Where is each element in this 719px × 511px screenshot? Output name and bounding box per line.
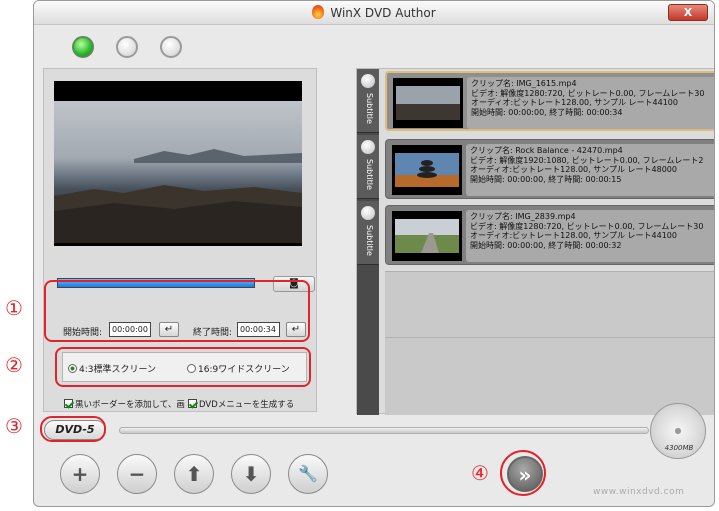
window-title: WinX DVD Author (312, 5, 436, 20)
step-indicator-1 (72, 36, 94, 58)
step-indicator-3 (160, 36, 182, 58)
subtitle-strip: Subtitle Subtitle Subtitle (357, 69, 379, 415)
checkbox-checked-icon (64, 399, 73, 408)
checkbox-checked-icon (188, 399, 197, 408)
callout-box-3 (40, 416, 106, 442)
video-preview (54, 81, 302, 246)
empty-clip-slot (385, 337, 714, 415)
callout-box-2 (55, 347, 311, 387)
subtitle-tab-1[interactable]: Subtitle (357, 69, 379, 133)
flame-logo-icon (312, 5, 325, 19)
empty-clip-slot (385, 271, 714, 337)
subtitle-dot-icon (361, 206, 375, 220)
subtitle-tab-3[interactable]: Subtitle (357, 201, 379, 265)
clip-info: クリップ名: IMG_2839.mp4 ビデオ: 解像度1280:720, ビット… (466, 210, 714, 262)
rock-balance-thumbnail-image (395, 153, 459, 187)
clip-item-2[interactable]: クリップ名: Rock Balance - 42470.mp4 ビデオ: 解像度1… (385, 139, 714, 199)
settings-button[interactable]: 🔧 (288, 454, 328, 494)
clip-list-panel: Subtitle Subtitle Subtitle クリップ名: IMG_16… (356, 68, 714, 415)
title-bar: WinX DVD Author X (34, 1, 714, 25)
subtitle-tab-2[interactable]: Subtitle (357, 135, 379, 199)
move-down-button[interactable]: ⬇ (231, 454, 271, 494)
close-button[interactable]: X (668, 4, 708, 21)
clip-thumbnail (392, 211, 462, 261)
subtitle-dot-icon (361, 140, 375, 154)
dvd-menu-checkbox[interactable]: DVDメニューを生成する (188, 398, 294, 410)
callout-number-2: ② (5, 353, 23, 377)
clip-item-3[interactable]: クリップ名: IMG_2839.mp4 ビデオ: 解像度1280:720, ビット… (385, 205, 714, 265)
preview-frame (54, 101, 302, 243)
move-up-button[interactable]: ⬆ (174, 454, 214, 494)
callout-number-1: ① (5, 296, 23, 320)
clip-thumbnail (393, 78, 463, 128)
clip-thumbnail (392, 145, 462, 195)
clip-info: クリップ名: Rock Balance - 42470.mp4 ビデオ: 解像度1… (466, 144, 714, 196)
clip-item-1[interactable]: クリップ名: IMG_1615.mp4 ビデオ: 解像度1280:720, ビット… (385, 71, 714, 131)
add-clip-button[interactable]: + (60, 454, 100, 494)
remove-clip-button[interactable]: − (117, 454, 157, 494)
coast-scene-image (54, 149, 302, 243)
subtitle-dot-icon (361, 74, 375, 88)
callout-number-4: ④ (471, 461, 489, 485)
disc-capacity-icon: 4300MB (650, 403, 706, 459)
step-indicator-2 (116, 36, 138, 58)
callout-box-1 (44, 280, 310, 342)
callout-box-4 (500, 450, 546, 496)
brand-watermark: www.winxdvd.com (593, 487, 685, 497)
road-thumbnail-image (395, 219, 459, 253)
callout-number-3: ③ (5, 414, 23, 438)
coast-thumbnail-image (396, 86, 460, 120)
black-border-checkbox[interactable]: 黒いボーダーを添加して、画 (64, 398, 185, 410)
app-window: WinX DVD Author X ◙ 開始時間: 00:00:00 ↵ 終了時… (33, 0, 715, 507)
capacity-bar (119, 427, 649, 434)
clip-info: クリップ名: IMG_1615.mp4 ビデオ: 解像度1280:720, ビット… (467, 77, 714, 129)
